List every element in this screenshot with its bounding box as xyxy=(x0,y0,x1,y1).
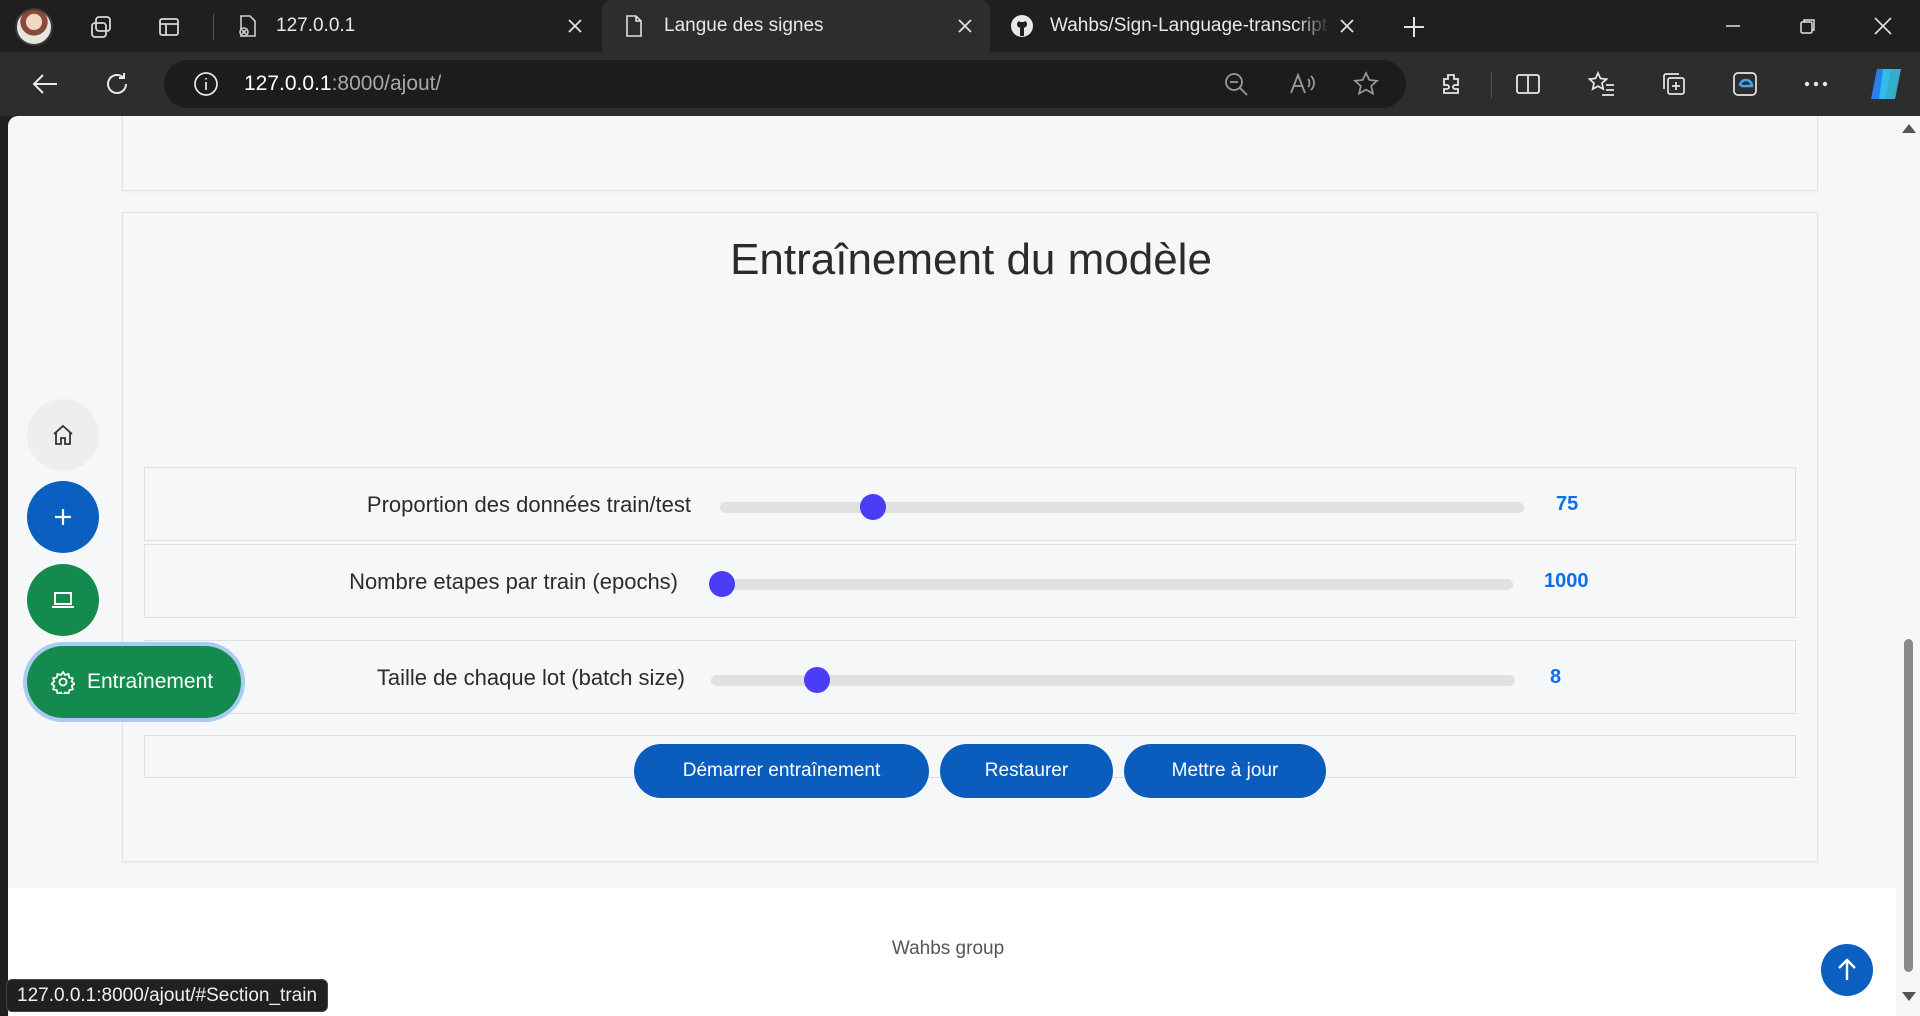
read-aloud-icon[interactable] xyxy=(1286,68,1318,100)
tab-title: Langue des signes xyxy=(664,15,824,36)
restore-button[interactable]: Restaurer xyxy=(940,744,1113,798)
update-button[interactable]: Mettre à jour xyxy=(1124,744,1326,798)
favorites-icon[interactable] xyxy=(1584,66,1620,102)
browser-tab-strip: 127.0.0.1 Langue des signes Wahbs/Sign-L… xyxy=(0,0,1920,52)
url-text: 127.0.0.1:8000/ajout/ xyxy=(244,72,442,95)
param-label: Taille de chaque lot (batch size) xyxy=(376,665,685,690)
github-icon xyxy=(1006,14,1038,38)
reload-icon[interactable] xyxy=(99,66,135,102)
tab-github[interactable]: Wahbs/Sign-Language-transcript xyxy=(992,0,1380,52)
collections-icon[interactable] xyxy=(1656,66,1692,102)
train-test-slider[interactable] xyxy=(720,494,1524,520)
page-error-icon xyxy=(232,14,264,38)
back-arrow-icon[interactable] xyxy=(27,66,63,102)
section-title: Entraînement du modèle xyxy=(730,235,1212,284)
slider-thumb[interactable] xyxy=(860,494,887,520)
profile-avatar[interactable] xyxy=(15,8,53,46)
status-url: 127.0.0.1:8000/ajout/#Section_train xyxy=(6,979,329,1012)
training-section: Entraînement du modèle Proportion des do… xyxy=(122,212,1818,862)
param-row-train-test: Proportion des données train/test 75 xyxy=(144,467,1796,541)
laptop-icon xyxy=(52,592,74,608)
vertical-tabs-icon[interactable] xyxy=(152,10,186,44)
restore-window-icon[interactable] xyxy=(1788,12,1828,40)
tab-langue-des-signes[interactable]: Langue des signes xyxy=(602,0,990,52)
arrow-up-icon xyxy=(1838,958,1856,980)
param-label: Nombre etapes par train (epochs) xyxy=(349,569,678,594)
page-scrollbar[interactable] xyxy=(1896,116,1920,1016)
epochs-slider[interactable] xyxy=(709,571,1513,597)
close-tab-icon[interactable] xyxy=(954,15,976,37)
page-viewport: Entraînement du modèle Proportion des do… xyxy=(8,116,1896,1016)
close-tab-icon[interactable] xyxy=(564,15,586,37)
scroll-up-arrow-icon[interactable] xyxy=(1902,124,1916,133)
copilot-icon[interactable] xyxy=(1866,66,1906,102)
new-tab-icon[interactable] xyxy=(1397,10,1431,44)
site-info-icon[interactable] xyxy=(190,68,222,100)
tab-separator xyxy=(213,14,214,40)
batch-size-slider[interactable] xyxy=(711,667,1515,693)
scrollbar-thumb[interactable] xyxy=(1904,639,1913,972)
training-nav-button[interactable]: Entraînement xyxy=(27,646,241,718)
close-tab-icon[interactable] xyxy=(1336,15,1358,37)
page-icon xyxy=(618,14,650,38)
favorite-star-icon[interactable] xyxy=(1350,68,1382,100)
extensions-icon[interactable] xyxy=(1433,66,1469,102)
add-nav-button[interactable] xyxy=(27,481,99,553)
param-value: 8 xyxy=(1550,666,1562,688)
close-window-icon[interactable] xyxy=(1863,12,1903,40)
footer-text: Wahbs group xyxy=(891,938,1005,959)
home-icon xyxy=(53,424,73,445)
start-training-button[interactable]: Démarrer entraînement xyxy=(634,744,929,798)
browser-toolbar: 127.0.0.1:8000/ajout/ xyxy=(0,52,1920,116)
minimize-icon[interactable] xyxy=(1713,12,1753,40)
tab-title: 127.0.0.1 xyxy=(276,15,356,36)
toolbar-separator xyxy=(1491,72,1492,98)
gear-icon xyxy=(51,670,75,694)
browser-essentials-icon[interactable] xyxy=(1728,66,1764,102)
workspaces-icon[interactable] xyxy=(84,10,118,44)
tab-localhost[interactable]: 127.0.0.1 xyxy=(226,0,600,52)
scroll-down-arrow-icon[interactable] xyxy=(1902,992,1916,1001)
slider-thumb[interactable] xyxy=(709,571,735,597)
param-row-epochs: Nombre etapes par train (epochs) 1000 xyxy=(144,544,1796,618)
previous-section-card xyxy=(122,116,1818,191)
param-value: 75 xyxy=(1556,493,1579,515)
param-label: Proportion des données train/test xyxy=(366,492,691,517)
training-nav-label: Entraînement xyxy=(87,670,214,693)
home-nav-button[interactable] xyxy=(27,399,99,471)
zoom-out-icon[interactable] xyxy=(1220,68,1252,100)
back-to-top-button[interactable] xyxy=(1821,944,1873,996)
tab-title: Wahbs/Sign-Language-transcript xyxy=(1050,15,1328,36)
address-bar[interactable]: 127.0.0.1:8000/ajout/ xyxy=(164,60,1406,108)
plus-icon xyxy=(55,509,71,525)
param-row-batch-size: Taille de chaque lot (batch size) 8 xyxy=(144,640,1796,714)
slider-thumb[interactable] xyxy=(804,667,831,693)
split-screen-icon[interactable] xyxy=(1510,66,1546,102)
param-value: 1000 xyxy=(1544,570,1589,592)
laptop-nav-button[interactable] xyxy=(27,564,99,636)
more-options-icon[interactable] xyxy=(1798,66,1834,102)
